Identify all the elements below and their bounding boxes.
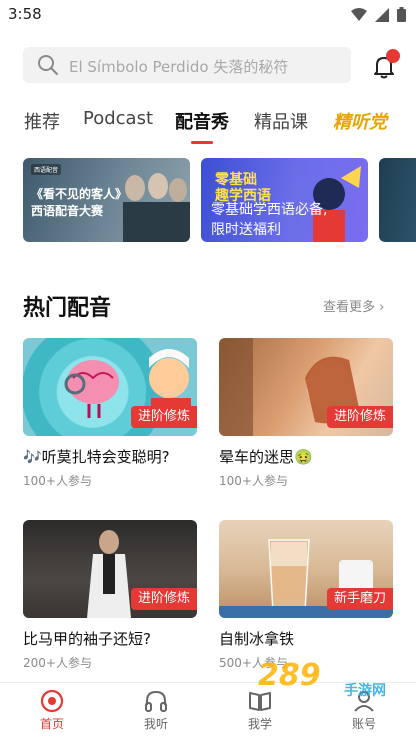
see-more-link[interactable]: 查看更多 › — [323, 296, 384, 315]
nav-learn[interactable]: 我学 — [225, 689, 295, 732]
search-input[interactable]: El Símbolo Perdido 失落的秘符 — [23, 47, 351, 83]
banner-headline-line1: 零基础 — [215, 172, 257, 188]
category-tabs: 推荐 Podcast 配音秀 精品课 精听党 — [24, 108, 416, 148]
status-icons — [351, 7, 406, 22]
banner-subtitle-line2: 限时送福利 — [211, 222, 281, 238]
wifi-icon — [351, 7, 367, 21]
tab-recommend[interactable]: 推荐 — [24, 108, 60, 134]
banner-zero-basics[interactable]: 零基础 趣学西语 零基础学西语必备, 限时送福利 — [201, 158, 368, 242]
search-row: El Símbolo Perdido 失落的秘符 — [23, 47, 403, 85]
notification-button[interactable] — [371, 49, 400, 81]
card-title: 比马甲的袖子还短? — [23, 630, 151, 648]
banner-subtitle: 零基础学西语必备, 限时送福利 — [211, 200, 327, 240]
card-participants: 100+人参与 — [23, 474, 92, 488]
nav-learn-label: 我学 — [247, 717, 272, 731]
notification-badge — [386, 49, 400, 63]
card-participants: 100+人参与 — [219, 474, 288, 488]
level-tag: 进阶修炼 — [326, 406, 393, 428]
banner-next-partial[interactable] — [379, 158, 416, 242]
status-bar: 3:58 — [0, 0, 416, 30]
level-tag: 进阶修炼 — [130, 588, 197, 610]
banner-title-line2: 西语配音大赛 — [31, 204, 104, 218]
see-more-label: 查看更多 — [323, 300, 376, 315]
tab-intensive-listening[interactable]: 精听党 — [333, 108, 387, 134]
active-tab-indicator — [191, 141, 213, 144]
level-tag: 新手磨刀 — [326, 588, 393, 610]
headphones-icon — [145, 690, 167, 712]
card-thumbnail: 进阶修炼 — [23, 338, 197, 436]
tabs-fade — [394, 108, 416, 148]
chevron-right-icon: › — [379, 300, 385, 315]
banner-title: 《看不见的客人》 西语配音大赛 — [31, 186, 127, 220]
banner-title-line1: 《看不见的客人》 — [31, 187, 128, 201]
banner-subtitle-line1: 零基础学西语必备, — [211, 202, 328, 218]
card-thumbnail: 进阶修炼 — [219, 338, 393, 436]
section-title: 热门配音 — [23, 296, 112, 321]
card-title: 自制冰拿铁 — [219, 630, 295, 648]
banner-dubbing-contest[interactable]: 西语配音 《看不见的客人》 西语配音大赛 — [23, 158, 190, 242]
nav-listen-label: 我听 — [143, 717, 168, 731]
search-placeholder: El Símbolo Perdido 失落的秘符 — [69, 58, 289, 76]
nav-home-label: 首页 — [39, 717, 64, 731]
tab-podcast[interactable]: Podcast — [83, 108, 153, 129]
banner-tag: 西语配音 — [31, 164, 62, 175]
card-thumbnail: 新手磨刀 — [219, 520, 393, 618]
watermark-logo: 289 — [258, 658, 321, 693]
tab-premium-courses[interactable]: 精品课 — [254, 108, 308, 134]
nav-account-label: 账号 — [351, 717, 376, 731]
tab-dubbing-show[interactable]: 配音秀 — [175, 108, 229, 134]
nav-listen[interactable]: 我听 — [121, 689, 191, 732]
card-title: 🎶听莫扎特会变聪明? — [23, 448, 170, 466]
search-icon — [38, 55, 59, 76]
battery-icon — [397, 7, 406, 22]
card-title: 晕车的迷思🤢 — [219, 448, 313, 466]
status-time: 3:58 — [8, 5, 42, 23]
nav-home[interactable]: 首页 — [17, 689, 87, 732]
level-tag: 进阶修炼 — [130, 406, 197, 428]
banner-carousel[interactable]: 西语配音 《看不见的客人》 西语配音大赛 零基础 趣学西语 零基础学西语必备, … — [23, 158, 416, 242]
signal-icon — [375, 7, 389, 22]
card-participants: 200+人参与 — [23, 656, 92, 670]
watermark-sub: 手游网 — [344, 683, 386, 699]
home-icon — [40, 689, 64, 713]
card-thumbnail: 进阶修炼 — [23, 520, 197, 618]
